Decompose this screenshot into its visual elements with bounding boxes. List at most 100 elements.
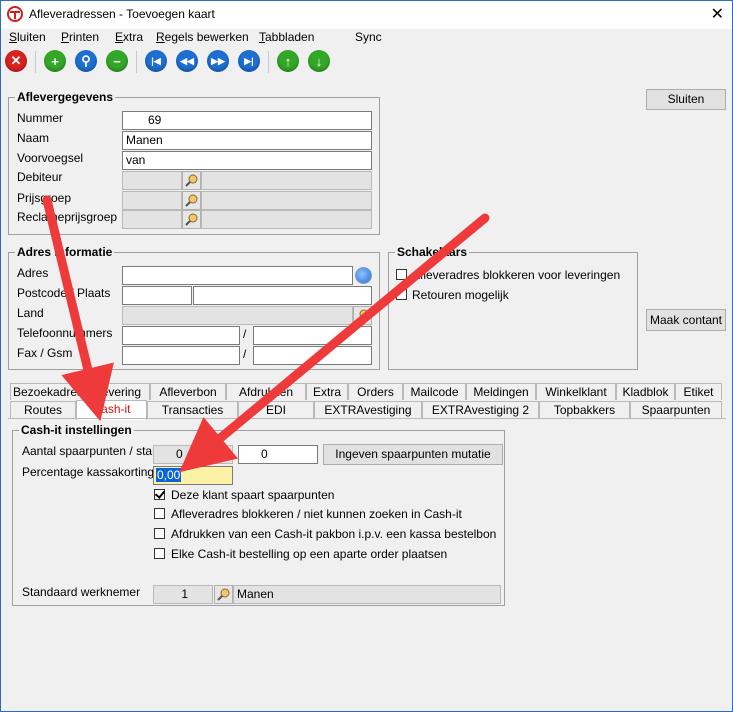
tab-routes[interactable]: Routes [10,401,76,418]
tab-afdrukken[interactable]: Afdrukken [226,383,306,400]
reclameprijsgroep-field[interactable] [122,210,182,229]
tab-topbakkers[interactable]: Topbakkers [539,401,630,418]
tab-cash-it[interactable]: Cash-it [76,400,147,420]
toolbar-separator [268,51,269,73]
globe-icon[interactable] [355,267,372,284]
adres-field[interactable] [122,266,353,285]
tab-kladblok[interactable]: Kladblok [616,383,675,400]
pakbon-checkbox[interactable] [154,528,165,539]
sluiten-button[interactable]: Sluiten [646,89,726,110]
schakelaars-legend: Schakelaars [395,245,470,259]
telefoon-field-2[interactable] [253,326,372,345]
spaart-spaarpunten-label: Deze klant spaart spaarpunten [171,488,335,502]
search-icon[interactable]: ⚲ [75,50,97,72]
toolbar-separator [136,51,137,73]
last-icon[interactable]: ▶| [238,50,260,72]
spaart-spaarpunten-checkbox[interactable] [154,489,165,500]
down-icon[interactable]: ↓ [308,50,330,72]
add-icon[interactable]: + [44,50,66,72]
tab-edi[interactable]: EDI [238,401,314,418]
tab-etiket[interactable]: Etiket [675,383,722,400]
prev-icon[interactable]: ◀◀ [176,50,198,72]
blokkeren-cashit-checkbox[interactable] [154,508,165,519]
land-label: Land [17,306,44,320]
nummer-field[interactable]: 69 [122,111,372,130]
menu-sluiten-label: luiten [17,30,46,44]
window-title: Afleveradressen - Toevoegen kaart [29,7,215,21]
menu-tabbladen[interactable]: Tabbladen [259,30,314,44]
tab-meldingen[interactable]: Meldingen [466,383,536,400]
menu-tabbladen-label: abbladen [265,30,315,44]
menu-printen-mnemonic: P [61,30,70,44]
ingeven-spaarpunten-button[interactable]: Ingeven spaarpunten mutatie [323,444,503,465]
first-icon[interactable]: |◀ [145,50,167,72]
menu-sync[interactable]: Sync [355,30,382,44]
up-icon[interactable]: ↑ [277,50,299,72]
telefoon-label: Telefoonnummers [17,326,113,340]
telefoon-slash: / [243,327,247,341]
menu-extra[interactable]: Extra [115,30,143,44]
percentage-kassakorting-field[interactable]: 0,00 [153,466,233,485]
prijsgroep-lookup-icon[interactable] [182,191,201,210]
tab-extra[interactable]: Extra [306,383,348,400]
voorvoegsel-field[interactable]: van [122,151,372,170]
close-icon[interactable]: ✕ [711,4,724,24]
blokkeren-cashit-label: Afleveradres blokkeren / niet kunnen zoe… [171,507,462,521]
aantal-spaarpunten-field[interactable]: 0 [153,445,233,464]
remove-icon[interactable]: − [106,50,128,72]
telefoon-field-1[interactable] [122,326,240,345]
tab-winkelklant[interactable]: Winkelklant [536,383,616,400]
menu-printen[interactable]: Printen [61,30,99,44]
start-spaarpunten-field[interactable]: 0 [238,445,318,464]
aparte-order-checkbox[interactable] [154,548,165,559]
maak-contant-button[interactable]: Maak contant [646,309,726,331]
tab-spaarpunten[interactable]: Spaarpunten [630,401,722,418]
app-logo-icon [7,6,23,22]
menu-sluiten[interactable]: Sluiten [9,30,46,44]
gsm-field[interactable] [253,346,372,365]
fax-field[interactable] [122,346,240,365]
menu-regels-bewerken[interactable]: Regels bewerken [156,30,249,44]
reclameprijsgroep-lookup-icon[interactable] [182,210,201,229]
reclameprijsgroep-label: Reclameprijsgroep [17,210,118,224]
cashit-legend: Cash-it instellingen [19,423,134,437]
next-icon[interactable]: ▶▶ [207,50,229,72]
menu-extra-mnemonic: E [115,30,124,44]
close-red-icon[interactable]: ✕ [5,50,27,72]
retouren-label: Retouren mogelijk [412,288,509,302]
debiteur-lookup-icon[interactable] [182,171,201,190]
tab-extravestiging[interactable]: EXTRAvestiging [314,401,422,418]
land-lookup-icon[interactable] [353,306,372,325]
tab-bezoekadres[interactable]: Bezoekadres [10,383,86,400]
tab-row-1: Bezoekadres Levering Afleverbon Afdrukke… [10,383,722,400]
menu-sluiten-mnemonic: S [9,30,18,44]
land-field[interactable] [122,306,353,325]
blokkeren-label: Afleveradres blokkeren voor leveringen [412,268,621,282]
adres-label: Adres [17,266,49,280]
naam-label: Naam [17,131,50,145]
debiteur-field[interactable] [122,171,182,190]
plaats-field[interactable] [193,286,372,305]
fax-gsm-label: Fax / Gsm [17,346,73,360]
werknemer-lookup-icon[interactable] [214,585,233,604]
tab-orders[interactable]: Orders [348,383,403,400]
pakbon-label: Afdrukken van een Cash-it pakbon i.p.v. … [171,527,497,541]
aparte-order-label: Elke Cash-it bestelling op een aparte or… [171,547,448,561]
tab-afleverbon[interactable]: Afleverbon [150,383,226,400]
standaard-werknemer-label: Standaard werknemer [22,585,141,599]
naam-field[interactable]: Manen [122,131,372,150]
tab-levering[interactable]: Levering [86,383,150,400]
prijsgroep-field[interactable] [122,191,182,210]
title-bar: Afleveradressen - Toevoegen kaart ✕ [1,1,732,29]
retouren-checkbox[interactable] [396,289,407,300]
tab-transacties[interactable]: Transacties [147,401,238,418]
tab-mailcode[interactable]: Mailcode [403,383,466,400]
aantal-spaarpunten-label: Aantal spaarpunten / start [22,444,160,458]
nummer-label: Nummer [17,111,64,125]
postcode-field[interactable] [122,286,192,305]
voorvoegsel-label: Voorvoegsel [17,151,84,165]
tab-extravestiging-2[interactable]: EXTRAvestiging 2 [422,401,539,418]
debiteur-label: Debiteur [17,170,63,184]
blokkeren-checkbox[interactable] [396,269,407,280]
werknemer-number-field[interactable]: 1 [153,585,213,604]
